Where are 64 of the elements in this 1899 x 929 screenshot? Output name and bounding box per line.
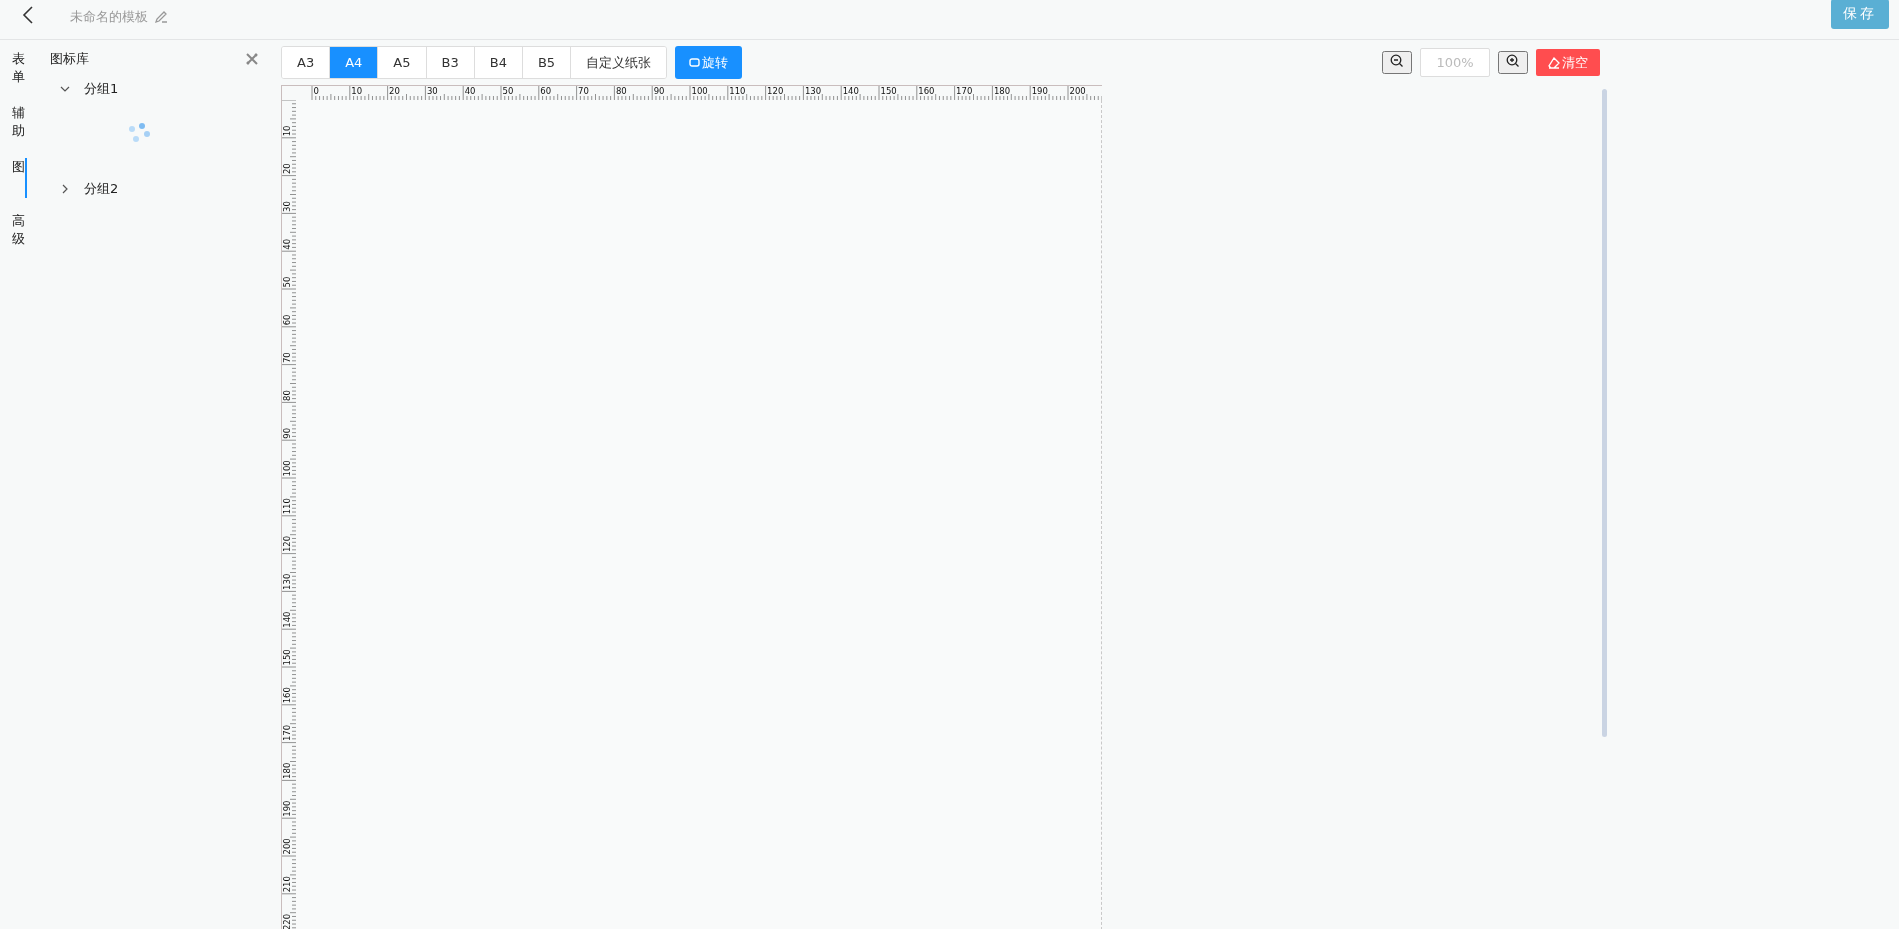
ruler-label: 220 xyxy=(282,913,292,929)
tree-group[interactable]: 分组1 xyxy=(50,68,268,98)
ruler-label: 30 xyxy=(282,201,292,212)
ruler-label: 90 xyxy=(653,86,665,96)
zoom-in-button[interactable] xyxy=(1498,51,1528,74)
ruler-label: 80 xyxy=(615,86,627,96)
ruler-label: 150 xyxy=(880,86,897,96)
rotate-icon xyxy=(689,57,701,68)
chevron-icon xyxy=(60,184,70,194)
ruler-label: 120 xyxy=(282,535,292,553)
ruler-label: 20 xyxy=(389,86,400,96)
ruler-label: 80 xyxy=(282,390,292,401)
ruler-label: 90 xyxy=(282,427,292,439)
zoom-out-button[interactable] xyxy=(1382,51,1412,74)
panel-title: 图标库 xyxy=(50,50,89,68)
ruler-label: 0 xyxy=(313,86,319,96)
ruler-label: 50 xyxy=(282,276,292,288)
eraser-icon xyxy=(1548,56,1560,69)
ruler-label: 120 xyxy=(767,86,784,96)
ruler-label: 20 xyxy=(282,163,292,175)
ruler-label: 140 xyxy=(282,611,292,628)
ruler-label: 170 xyxy=(282,724,292,742)
ruler-label: 60 xyxy=(282,314,292,326)
ruler-label: 190 xyxy=(1031,86,1048,96)
zoom-in-icon xyxy=(1506,54,1520,68)
template-title: 未命名的模板 xyxy=(70,7,148,26)
ruler-label: 100 xyxy=(282,460,292,477)
ruler-label: 140 xyxy=(842,86,859,96)
ruler-label: 210 xyxy=(282,876,292,893)
tree-group[interactable]: 分组2 xyxy=(50,168,268,198)
ruler-label: 160 xyxy=(918,86,935,96)
ruler-label: 130 xyxy=(282,573,292,590)
ruler-label: 50 xyxy=(502,86,514,96)
back-icon[interactable] xyxy=(22,4,34,25)
ruler-label: 110 xyxy=(282,498,292,515)
ruler-label: 10 xyxy=(282,125,292,137)
edit-icon[interactable] xyxy=(154,9,168,24)
ruler-label: 10 xyxy=(351,86,363,96)
side-tab[interactable]: 辅助 xyxy=(0,104,27,144)
ruler-label: 130 xyxy=(804,86,822,96)
scrollbar[interactable] xyxy=(1602,89,1607,737)
ruler-label: 30 xyxy=(426,86,438,96)
ruler-label: 200 xyxy=(1069,86,1086,96)
ruler-label: 170 xyxy=(956,86,973,96)
zoom-out-icon xyxy=(1390,54,1404,68)
ruler-label: 180 xyxy=(993,86,1011,96)
ruler-label: 60 xyxy=(540,86,552,96)
ruler-label: 40 xyxy=(464,86,476,96)
ruler-label: 110 xyxy=(729,86,746,96)
paper-size-button[interactable]: A3 xyxy=(282,47,331,78)
ruler-label: 70 xyxy=(578,86,589,96)
ruler-label: 70 xyxy=(282,352,292,364)
ruler-label: 160 xyxy=(282,687,292,704)
ruler-label: 190 xyxy=(282,800,292,817)
ruler-label: 200 xyxy=(282,838,292,855)
side-tab[interactable]: 图 xyxy=(0,158,27,198)
ruler-label: 100 xyxy=(691,86,708,96)
ruler-label: 180 xyxy=(282,762,292,779)
ruler-label: 150 xyxy=(282,649,292,666)
loading-icon xyxy=(128,123,150,143)
ruler-label: 40 xyxy=(282,238,292,250)
side-tab[interactable]: 高级 xyxy=(0,212,27,252)
chevron-icon xyxy=(60,84,70,94)
side-tab[interactable]: 表单 xyxy=(0,50,27,90)
